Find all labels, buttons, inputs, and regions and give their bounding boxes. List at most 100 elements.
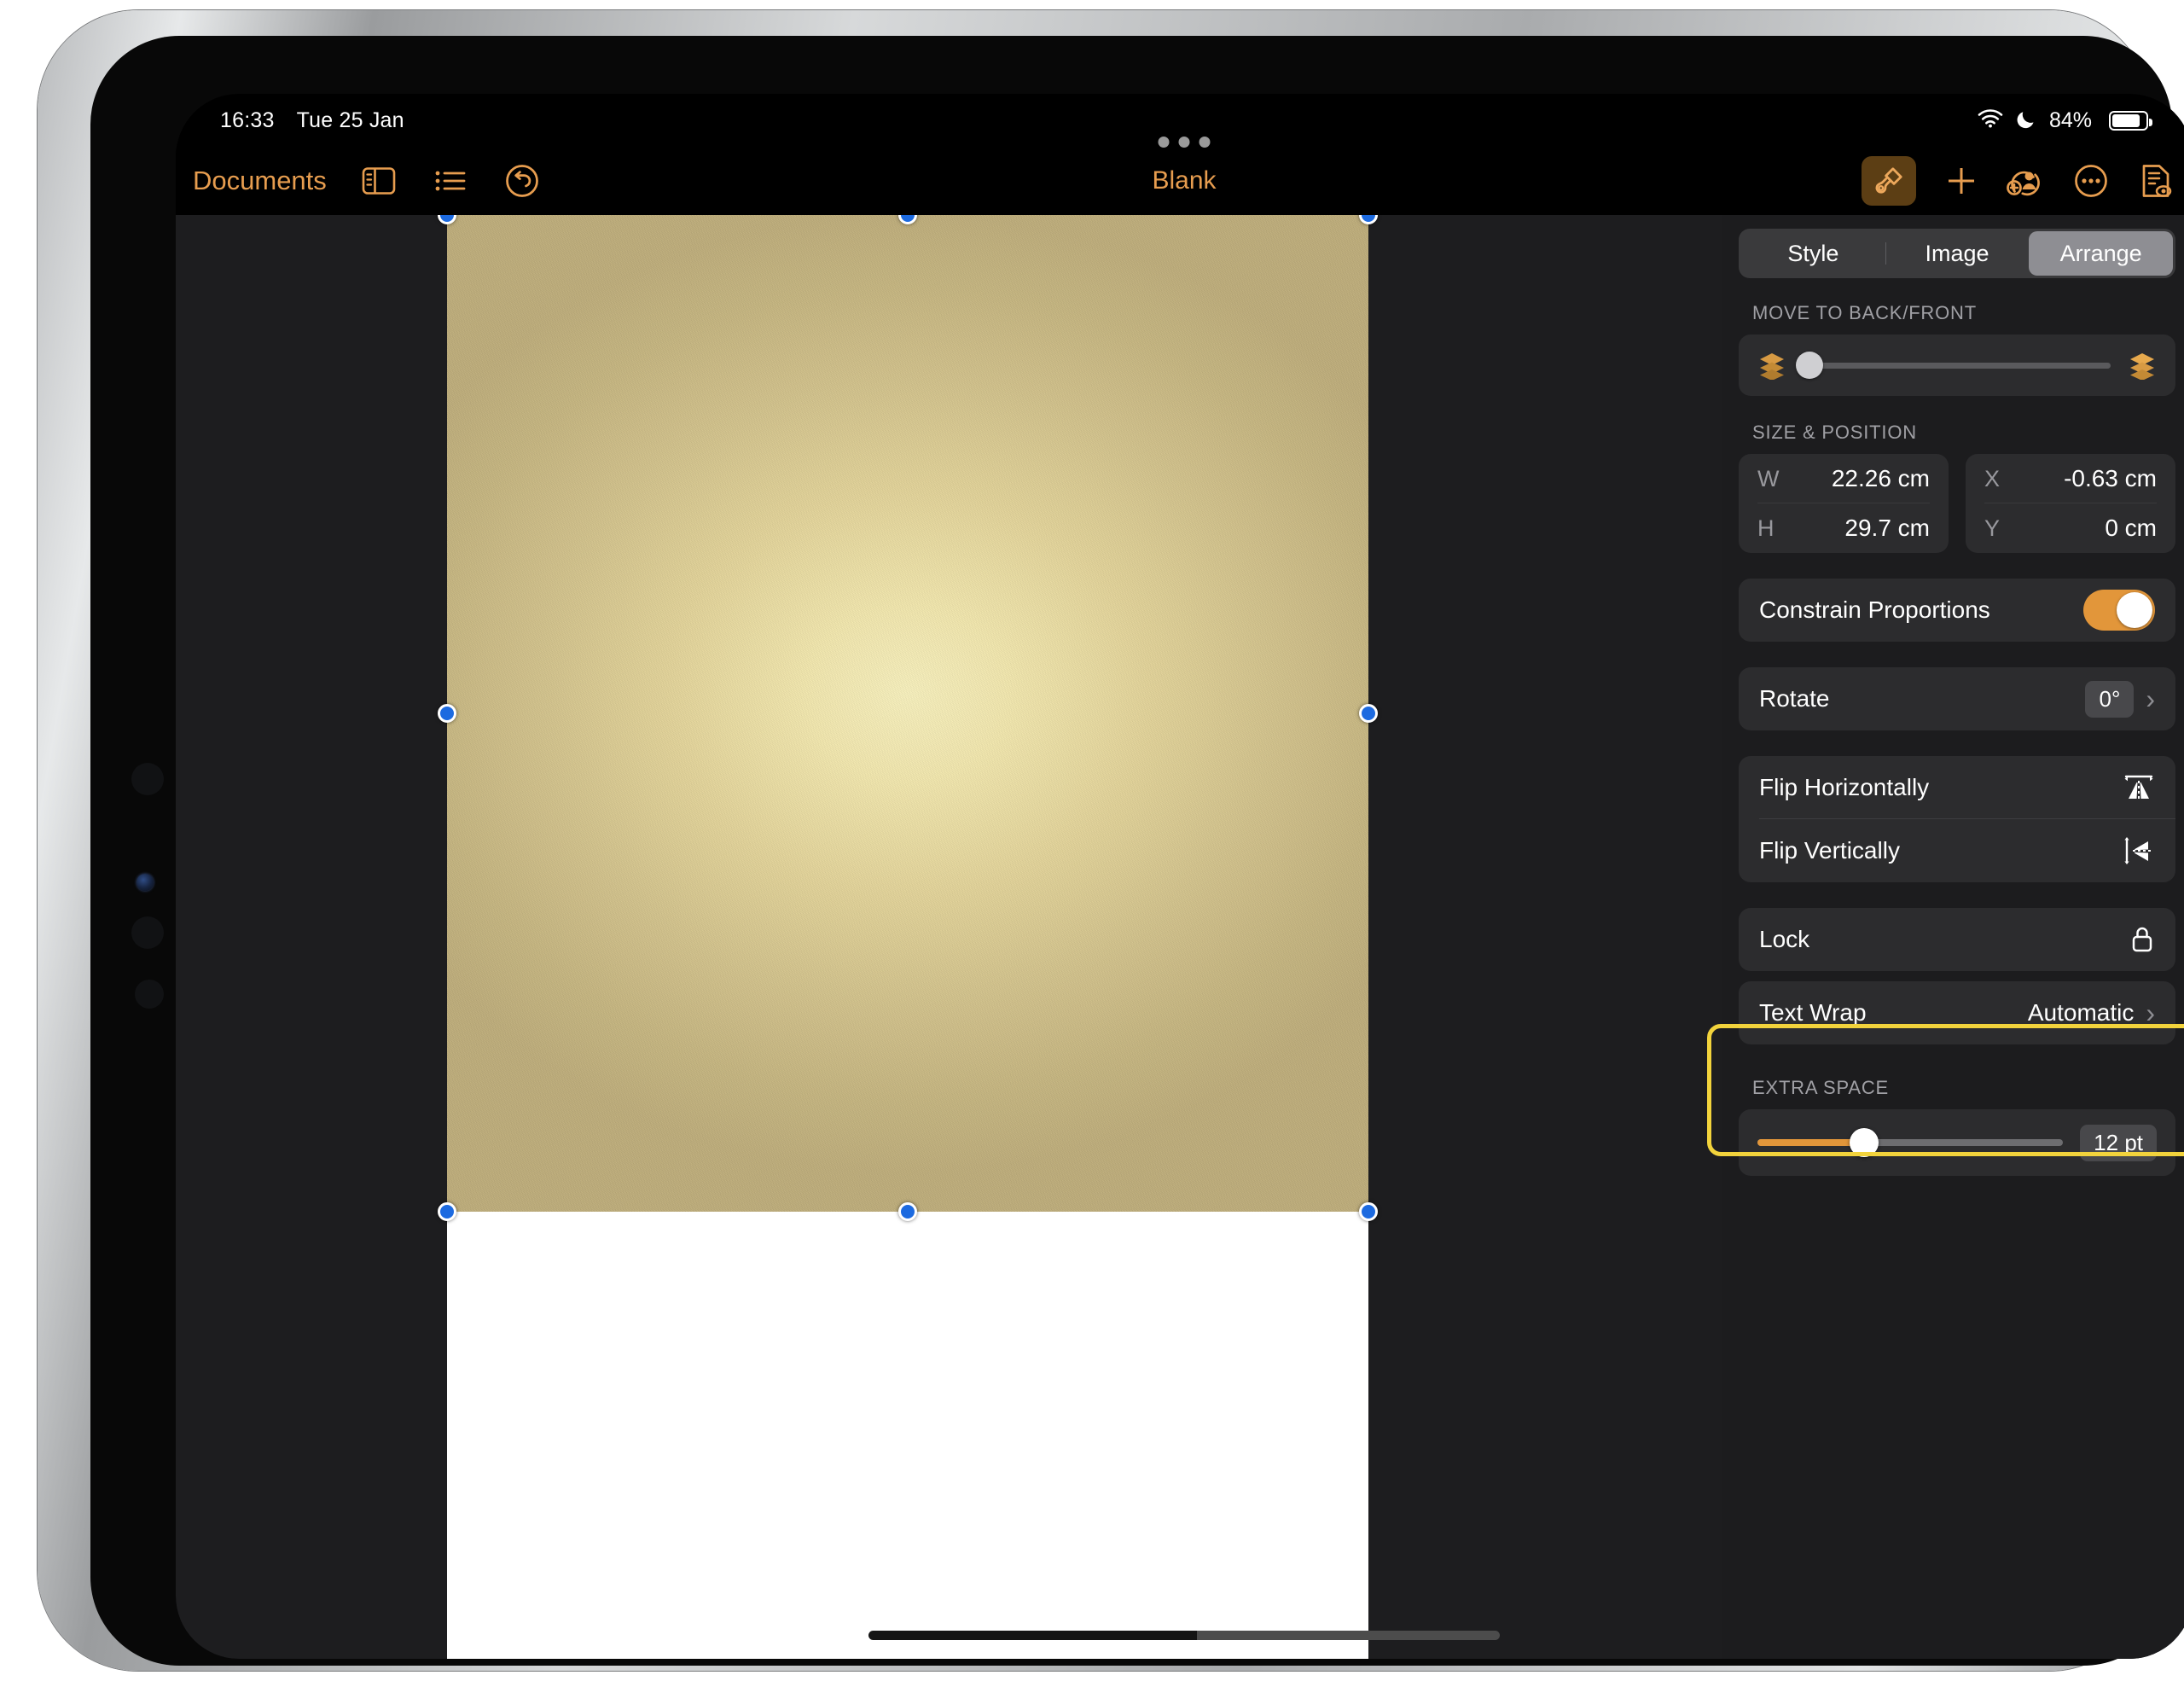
wifi-icon — [1978, 108, 2003, 132]
y-key: Y — [1984, 515, 2001, 541]
extra-space-slider-thumb[interactable] — [1850, 1128, 1879, 1157]
size-position-grid: W 22.26 cm H 29.7 cm X -0.63 cm Y 0 cm — [1739, 454, 2175, 553]
position-card: X -0.63 cm Y 0 cm — [1966, 454, 2175, 553]
selection-handle-bottom-center — [898, 1202, 917, 1221]
format-inspector-panel: Style Image Arrange MOVE TO BACK/FRONT S… — [1722, 215, 2184, 1659]
lock-icon — [2129, 924, 2155, 955]
speaker-hole — [131, 763, 164, 795]
document-preview-icon[interactable] — [2136, 161, 2175, 201]
app-toolbar: Documents Blank — [176, 147, 2184, 215]
tab-arrange[interactable]: Arrange — [2029, 231, 2174, 276]
x-key: X — [1984, 465, 2001, 492]
home-indicator[interactable] — [868, 1631, 1500, 1640]
move-to-back-front-label: MOVE TO BACK/FRONT — [1752, 302, 1977, 323]
x-field[interactable]: X -0.63 cm — [1966, 454, 2175, 503]
extra-space-slider-track[interactable] — [1757, 1128, 2064, 1157]
dot — [1178, 137, 1190, 148]
status-bar-right: 84% — [1978, 108, 2152, 133]
lock-row[interactable]: Lock — [1739, 908, 2175, 971]
constrain-proportions-row[interactable]: Constrain Proportions — [1739, 579, 2175, 642]
constrain-proportions-toggle[interactable] — [2083, 590, 2155, 631]
dot — [1158, 137, 1170, 148]
lock-label: Lock — [1759, 926, 1810, 952]
dot — [1199, 137, 1211, 148]
rotate-row[interactable]: Rotate 0° › — [1739, 667, 2175, 730]
undo-icon[interactable] — [502, 161, 542, 201]
selection-handle-bottom-left — [438, 1202, 456, 1221]
plus-icon[interactable] — [1942, 161, 1981, 201]
flip-horizontally-row[interactable]: Flip Horizontally — [1739, 756, 2175, 819]
x-value: -0.63 cm — [2064, 465, 2157, 492]
text-wrap-value: Automatic — [2027, 999, 2135, 1026]
chevron-right-icon[interactable]: › — [2146, 685, 2155, 713]
image-grain-overlay — [447, 215, 1368, 1212]
width-field[interactable]: W 22.26 cm — [1739, 454, 1949, 503]
document-page[interactable] — [447, 215, 1368, 1659]
tab-image[interactable]: Image — [1885, 231, 2030, 276]
rotate-card: Rotate 0° › — [1739, 667, 2175, 730]
add-person-icon[interactable] — [2007, 161, 2046, 201]
multitasking-control-button[interactable] — [1158, 137, 1211, 148]
y-field[interactable]: Y 0 cm — [1966, 503, 2175, 553]
ipad-screen: 16:33 Tue 25 Jan 84% Documents Blank Sty… — [176, 94, 2184, 1659]
rotate-value[interactable]: 0° — [2085, 680, 2135, 718]
documents-back-button[interactable]: Documents — [193, 166, 327, 196]
extra-space-control[interactable]: 12 pt — [1739, 1109, 2175, 1176]
toolbar-left-group: Documents — [176, 161, 542, 201]
speaker-hole — [135, 980, 164, 1009]
paintbrush-icon[interactable] — [1862, 156, 1916, 206]
move-to-back-front-control[interactable] — [1739, 334, 2175, 396]
constrain-proportions-label: Constrain Proportions — [1759, 596, 1990, 623]
battery-icon — [2109, 110, 2152, 131]
send-to-back-icon[interactable] — [1757, 351, 1786, 380]
height-field[interactable]: H 29.7 cm — [1739, 503, 1949, 553]
status-bar-left: 16:33 Tue 25 Jan — [220, 108, 404, 133]
inspector-tab-bar: Style Image Arrange — [1739, 229, 2175, 278]
constrain-proportions-card: Constrain Proportions — [1739, 579, 2175, 642]
layer-slider-track[interactable] — [1796, 352, 2111, 379]
rotate-right-group: 0° › — [2085, 680, 2155, 718]
ellipsis-circle-icon[interactable] — [2071, 161, 2111, 201]
flip-horizontally-label: Flip Horizontally — [1759, 774, 1930, 800]
sidebar-icon[interactable] — [359, 161, 398, 201]
width-value: 22.26 cm — [1831, 465, 1930, 492]
moon-icon — [2017, 108, 2036, 133]
selection-handle-middle-right — [1359, 704, 1378, 723]
chevron-right-icon[interactable]: › — [2146, 999, 2155, 1027]
gold-gradient-image[interactable] — [447, 215, 1368, 1212]
status-time: 16:33 — [220, 108, 275, 132]
size-position-label: SIZE & POSITION — [1752, 422, 1917, 443]
ipad-device-frame: 16:33 Tue 25 Jan 84% Documents Blank Sty… — [38, 10, 2184, 1671]
extra-space-label: EXTRA SPACE — [1752, 1077, 1889, 1098]
text-wrap-card: Text Wrap Automatic › — [1739, 981, 2175, 1044]
list-icon[interactable] — [431, 161, 470, 201]
flip-vertically-label: Flip Vertically — [1759, 837, 1900, 864]
height-key: H — [1757, 515, 1774, 541]
battery-percent-label: 84% — [2048, 108, 2092, 132]
selection-handle-middle-left — [438, 704, 456, 723]
flip-lock-card: Flip Horizontally Flip Vertically — [1739, 756, 2175, 882]
toolbar-right-group — [1862, 156, 2175, 206]
flip-vertically-row[interactable]: Flip Vertically — [1739, 819, 2175, 882]
status-date: Tue 25 Jan — [296, 108, 404, 132]
speaker-hole — [131, 916, 164, 949]
extra-space-value[interactable]: 12 pt — [2080, 1124, 2157, 1161]
device-bezel: 16:33 Tue 25 Jan 84% Documents Blank Sty… — [90, 36, 2184, 1666]
y-value: 0 cm — [2105, 515, 2157, 541]
selection-handle-bottom-right — [1359, 1202, 1378, 1221]
extra-space-slider-fill — [1757, 1139, 1865, 1146]
height-value: 29.7 cm — [1844, 515, 1930, 541]
text-wrap-row[interactable]: Text Wrap Automatic › — [1739, 981, 2175, 1044]
rotate-label: Rotate — [1759, 685, 1830, 712]
size-card: W 22.26 cm H 29.7 cm — [1739, 454, 1949, 553]
flip-vertical-icon — [2123, 835, 2155, 866]
lock-card: Lock — [1739, 908, 2175, 971]
bring-to-front-icon[interactable] — [2128, 351, 2157, 380]
layer-slider-thumb[interactable] — [1796, 352, 1824, 379]
flip-horizontal-icon — [2123, 773, 2155, 802]
front-camera-icon — [136, 874, 154, 891]
text-wrap-right-group: Automatic › — [2028, 999, 2155, 1027]
text-wrap-label: Text Wrap — [1759, 999, 1867, 1026]
document-title[interactable]: Blank — [1152, 166, 1216, 195]
tab-style[interactable]: Style — [1741, 231, 1885, 276]
